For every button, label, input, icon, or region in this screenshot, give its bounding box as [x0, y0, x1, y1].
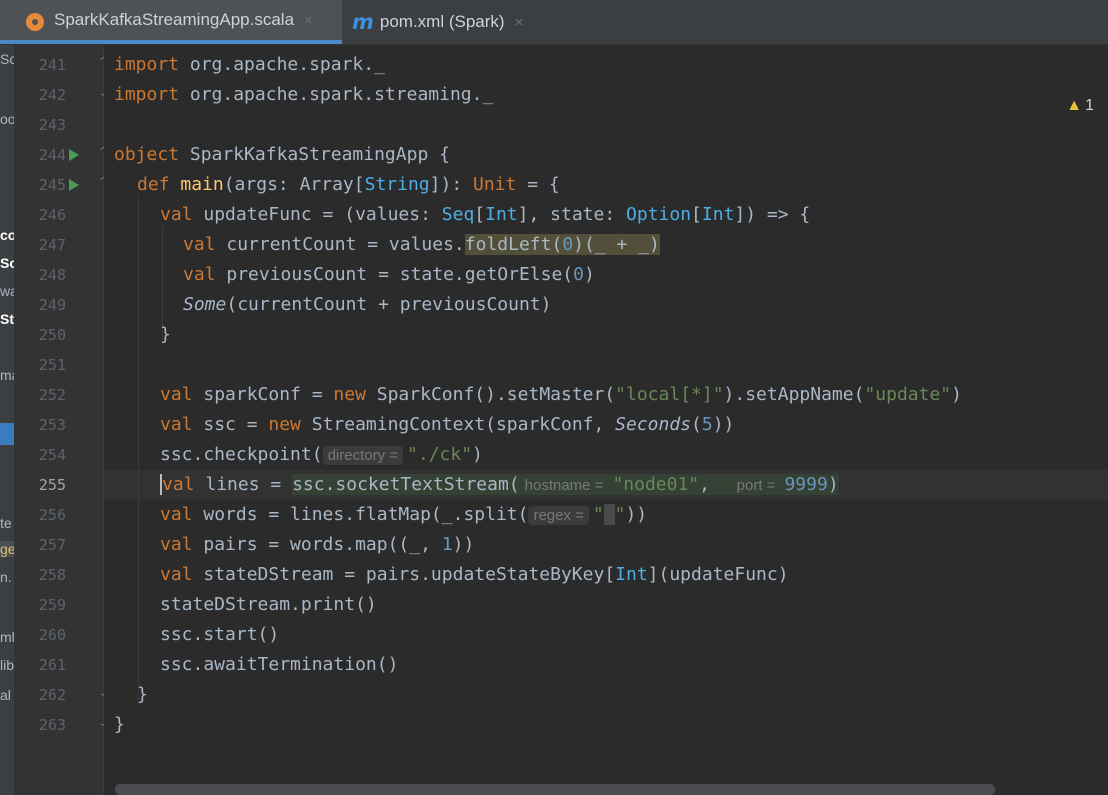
code-line: import org.apache.spark.streaming._	[114, 84, 494, 105]
line-number: 244	[38, 146, 66, 164]
code-line: ssc.awaitTermination()	[160, 654, 399, 675]
project-item-fragment[interactable]: ml	[0, 629, 14, 645]
line-number: 257	[38, 536, 66, 554]
code-line: stateDStream.print()	[160, 594, 377, 615]
project-item-fragment[interactable]: St	[0, 311, 14, 327]
project-item-fragment[interactable]: wa	[0, 283, 14, 299]
code-line: object SparkKafkaStreamingApp {	[114, 144, 450, 165]
project-panel-strip[interactable]: Sc oo co Sc wa St ma te ge n. ml lib al	[0, 45, 14, 795]
tab-label: SparkKafkaStreamingApp.scala	[54, 10, 295, 29]
close-icon[interactable]: ×	[515, 14, 524, 31]
code-line: ssc.checkpoint(directory = "./ck")	[160, 444, 483, 465]
code-line: val words = lines.flatMap(_.split(regex …	[160, 504, 648, 525]
close-icon[interactable]: ×	[304, 12, 313, 29]
code-line: }	[114, 714, 125, 735]
run-icon[interactable]	[69, 179, 79, 191]
tab-pom-xml[interactable]: m pom.xml (Spark) ×	[342, 0, 542, 44]
line-number: 261	[38, 656, 66, 674]
project-item-fragment[interactable]: Sc	[0, 51, 14, 67]
project-item-fragment[interactable]: oo	[0, 111, 14, 127]
horizontal-scrollbar[interactable]	[115, 784, 995, 795]
warning-icon: ▲	[1066, 97, 1083, 114]
warning-count: 1	[1085, 97, 1094, 114]
project-item-fragment[interactable]: n.	[0, 569, 14, 585]
project-item-fragment[interactable]: te	[0, 515, 14, 531]
code-editor[interactable]: import org.apache.spark._import org.apac…	[104, 45, 1108, 795]
project-item-fragment[interactable]: lib	[0, 657, 14, 673]
line-number: 249	[38, 296, 66, 314]
project-item-fragment[interactable]: Sc	[0, 255, 14, 271]
code-line: import org.apache.spark._	[114, 54, 385, 75]
folder-icon	[0, 423, 14, 445]
indent-guide	[138, 195, 139, 705]
line-number-gutter[interactable]: 241 242 243 244 245 246 247 248 249 250 …	[14, 45, 113, 795]
tab-spark-kafka-streaming-app[interactable]: SparkKafkaStreamingApp.scala ×	[0, 0, 342, 44]
code-line: val ssc = new StreamingContext(sparkConf…	[160, 414, 735, 435]
code-line: val pairs = words.map((_, 1))	[160, 534, 475, 555]
code-line: }	[160, 324, 171, 345]
tab-label: pom.xml (Spark)	[379, 12, 505, 31]
line-number: 263	[38, 716, 66, 734]
code-line: val previousCount = state.getOrElse(0)	[183, 264, 595, 285]
scala-file-icon	[26, 13, 44, 31]
run-icon[interactable]	[69, 149, 79, 161]
project-item-fragment[interactable]: co	[0, 227, 14, 243]
line-number: 254	[38, 446, 66, 464]
code-line: ssc.start()	[160, 624, 280, 645]
line-number: 262	[38, 686, 66, 704]
line-number: 243	[38, 116, 66, 134]
line-number: 247	[38, 236, 66, 254]
maven-icon: m	[352, 10, 374, 34]
project-item-fragment[interactable]: al	[0, 687, 14, 703]
code-line: val lines = ssc.socketTextStream(hostnam…	[160, 474, 839, 495]
editor-tab-bar: SparkKafkaStreamingApp.scala × m pom.xml…	[0, 0, 1108, 45]
line-number: 259	[38, 596, 66, 614]
code-line: }	[137, 684, 148, 705]
line-number: 242	[38, 86, 66, 104]
line-number: 258	[38, 566, 66, 584]
inspection-widget[interactable]: ▲ 1	[1066, 97, 1094, 115]
line-number: 241	[38, 56, 66, 74]
code-line: val sparkConf = new SparkConf().setMaste…	[160, 384, 962, 405]
line-number: 246	[38, 206, 66, 224]
project-item-fragment[interactable]: ge	[0, 541, 14, 557]
line-number: 251	[38, 356, 66, 374]
line-number: 248	[38, 266, 66, 284]
project-item-fragment[interactable]: ma	[0, 367, 14, 383]
line-number: 256	[38, 506, 66, 524]
code-line: def main(args: Array[String]): Unit = {	[137, 174, 560, 195]
code-line: val stateDStream = pairs.updateStateByKe…	[160, 564, 789, 585]
line-number: 250	[38, 326, 66, 344]
line-number: 253	[38, 416, 66, 434]
line-number: 260	[38, 626, 66, 644]
line-number: 245	[38, 176, 66, 194]
code-line: val currentCount = values.foldLeft(0)(_ …	[183, 234, 660, 255]
code-line: Some(currentCount + previousCount)	[183, 294, 552, 315]
line-number: 252	[38, 386, 66, 404]
code-line: val updateFunc = (values: Seq[Int], stat…	[160, 204, 811, 225]
line-number-current: 255	[38, 476, 66, 494]
